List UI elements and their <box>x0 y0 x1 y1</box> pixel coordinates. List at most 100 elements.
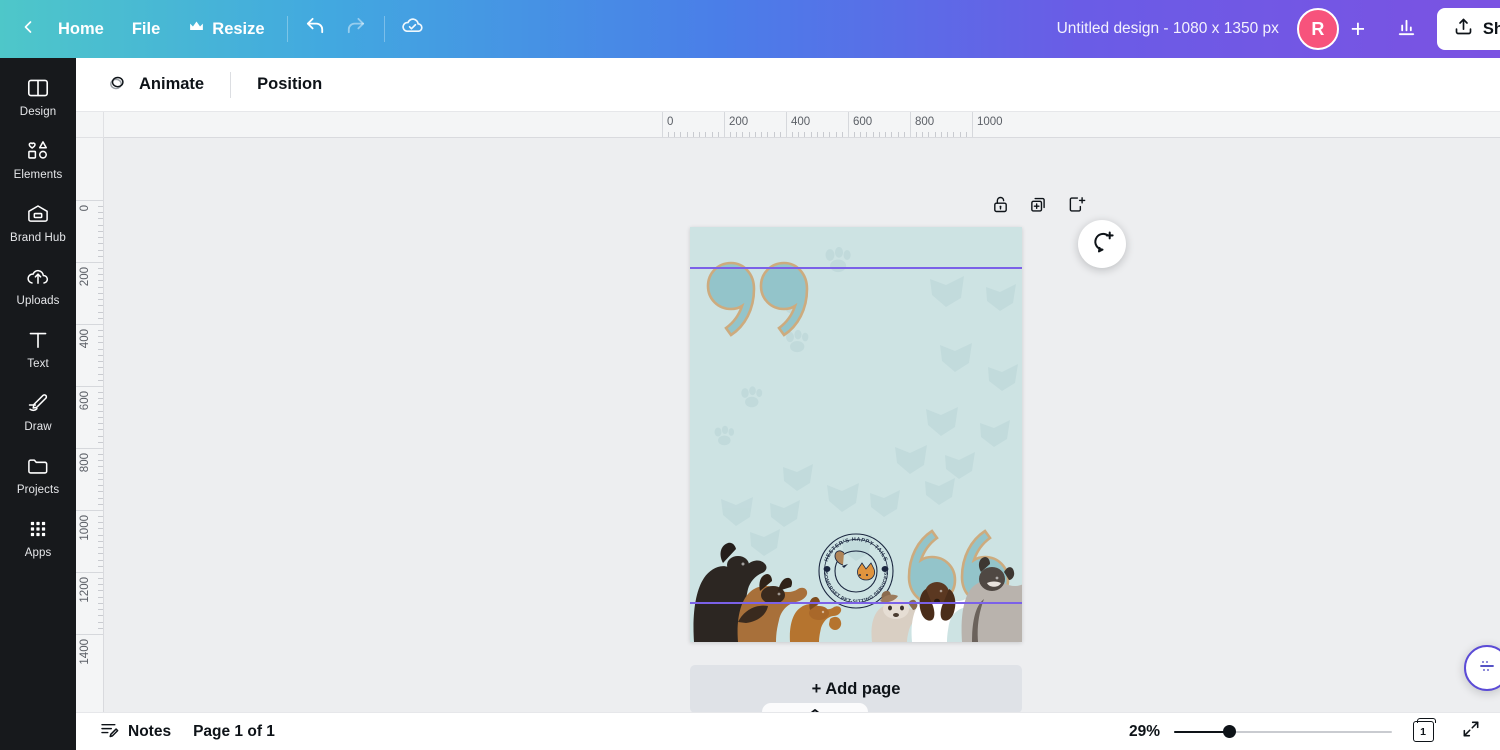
page-artwork: HESTER'S HAPPY TAILS SOMERSET PET-SITTIN… <box>690 227 1022 642</box>
duplicate-page-button[interactable] <box>1021 190 1055 224</box>
pen-draw-icon <box>25 390 51 416</box>
ruler-label-v: 800 <box>79 453 91 472</box>
sidebar-item-label: Text <box>27 358 49 370</box>
ruler-label-v: 600 <box>79 391 91 410</box>
toolbar-divider-1 <box>287 16 288 42</box>
duplicate-page-icon <box>1028 194 1049 220</box>
insights-button[interactable] <box>1387 10 1427 48</box>
sidebar-item-projects[interactable]: Projects <box>3 444 73 503</box>
sidebar-item-label: Design <box>20 106 56 118</box>
share-button[interactable]: Sh <box>1437 8 1500 50</box>
selection-guide-top <box>690 267 1022 269</box>
document-title[interactable]: Untitled design - 1080 x 1350 px <box>1043 12 1293 46</box>
animate-label: Animate <box>139 75 204 94</box>
zoom-slider-fill <box>1174 731 1229 733</box>
ruler-label-v: 400 <box>79 329 91 348</box>
horizontal-ruler[interactable]: 0 200 400 600 800 1000 <box>104 112 1500 138</box>
avatar[interactable]: R <box>1297 8 1339 50</box>
design-page[interactable]: HESTER'S HAPPY TAILS SOMERSET PET-SITTIN… <box>690 227 1022 642</box>
redo-button[interactable] <box>336 10 376 48</box>
notes-label: Notes <box>128 723 171 741</box>
ruler-label-h: 800 <box>915 116 934 128</box>
bottom-bar: Notes Page 1 of 1 29% 1 <box>0 712 1500 750</box>
ruler-label-v: 200 <box>79 267 91 286</box>
ruler-label-v: 1000 <box>79 515 91 541</box>
lock-page-button[interactable] <box>983 190 1017 224</box>
zoom-slider[interactable] <box>1174 724 1392 740</box>
position-button[interactable]: Position <box>244 66 335 104</box>
file-label: File <box>132 20 160 39</box>
left-sidebar: Design Elements Brand Hub U <box>0 58 76 750</box>
undo-arrow-icon <box>304 15 327 43</box>
notes-pencil-icon <box>99 719 120 745</box>
fullscreen-button[interactable] <box>1454 717 1488 747</box>
text-t-icon <box>25 327 51 353</box>
ruler-label-v: 1400 <box>79 639 91 665</box>
page-toolbar <box>983 190 1093 224</box>
sidebar-item-label: Draw <box>24 421 51 433</box>
animate-circles-icon <box>105 70 130 100</box>
layout-panel-icon <box>25 75 51 101</box>
back-button[interactable] <box>14 10 44 48</box>
sidebar-item-text[interactable]: Text <box>3 318 73 377</box>
add-page-icon <box>1066 194 1087 220</box>
sidebar-item-label: Uploads <box>17 295 60 307</box>
add-comment-button[interactable] <box>1078 220 1126 268</box>
cloud-check-icon <box>400 14 425 44</box>
add-page-label: + Add page <box>812 680 901 699</box>
magic-sparkle-icon <box>1475 654 1499 683</box>
resize-label: Resize <box>212 20 264 39</box>
ruler-label-h: 400 <box>791 116 810 128</box>
file-menu-button[interactable]: File <box>118 10 174 48</box>
sidebar-item-brand-hub[interactable]: Brand Hub <box>3 192 73 251</box>
add-page-button[interactable] <box>1059 190 1093 224</box>
editor-workspace: 0 200 400 600 800 1000 <box>76 112 1500 712</box>
vertical-ruler[interactable]: 0 200 400 600 800 1000 1200 1400 <box>76 138 104 712</box>
sidebar-item-elements[interactable]: Elements <box>3 129 73 188</box>
grid-dots-icon <box>25 516 51 542</box>
zoom-slider-knob[interactable] <box>1223 725 1236 738</box>
position-label: Position <box>257 75 322 94</box>
add-collaborator-button[interactable]: + <box>1341 12 1375 46</box>
plus-icon: + <box>1351 15 1366 44</box>
redo-arrow-icon <box>344 15 367 43</box>
toolbar-divider-2 <box>384 16 385 42</box>
top-bar: Home File Resize <box>0 0 1500 58</box>
ruler-label-h: 1000 <box>977 116 1003 128</box>
share-label: Sh <box>1483 20 1500 39</box>
undo-button[interactable] <box>296 10 336 48</box>
sidebar-item-design[interactable]: Design <box>3 66 73 125</box>
canvas-area[interactable]: HESTER'S HAPPY TAILS SOMERSET PET-SITTIN… <box>104 138 1500 712</box>
resize-button[interactable]: Resize <box>174 10 278 48</box>
animate-button[interactable]: Animate <box>92 66 217 104</box>
ruler-label-v: 1200 <box>79 577 91 603</box>
shapes-icon <box>25 138 51 164</box>
sidebar-item-uploads[interactable]: Uploads <box>3 255 73 314</box>
page-stack-icon: 1 <box>1413 721 1434 742</box>
home-button[interactable]: Home <box>44 10 118 48</box>
ruler-label-h: 200 <box>729 116 748 128</box>
object-toolbar: Animate Position <box>76 58 1500 112</box>
upload-cloud-icon <box>25 264 51 290</box>
chevron-left-icon <box>18 17 38 42</box>
sidebar-item-label: Projects <box>17 484 59 496</box>
ruler-label-h: 0 <box>667 116 673 128</box>
zoom-level: 29% <box>1118 723 1160 741</box>
brand-card-icon <box>25 201 51 227</box>
subbar-divider <box>230 72 231 98</box>
page-grid-button[interactable]: 1 <box>1406 717 1440 747</box>
sidebar-item-label: Apps <box>25 547 52 559</box>
crown-icon <box>188 18 205 40</box>
ruler-corner <box>76 112 104 138</box>
sidebar-item-draw[interactable]: Draw <box>3 381 73 440</box>
add-comment-icon <box>1089 228 1116 260</box>
page-counter: Page 1 of 1 <box>182 723 286 741</box>
notes-button[interactable]: Notes <box>88 716 182 748</box>
sidebar-item-apps[interactable]: Apps <box>3 507 73 566</box>
saved-status-button[interactable] <box>393 10 433 48</box>
upload-icon <box>1453 16 1474 42</box>
folder-icon <box>25 453 51 479</box>
sidebar-item-label: Brand Hub <box>10 232 66 244</box>
avatar-initial: R <box>1311 19 1324 40</box>
ruler-label-v: 0 <box>79 205 91 211</box>
